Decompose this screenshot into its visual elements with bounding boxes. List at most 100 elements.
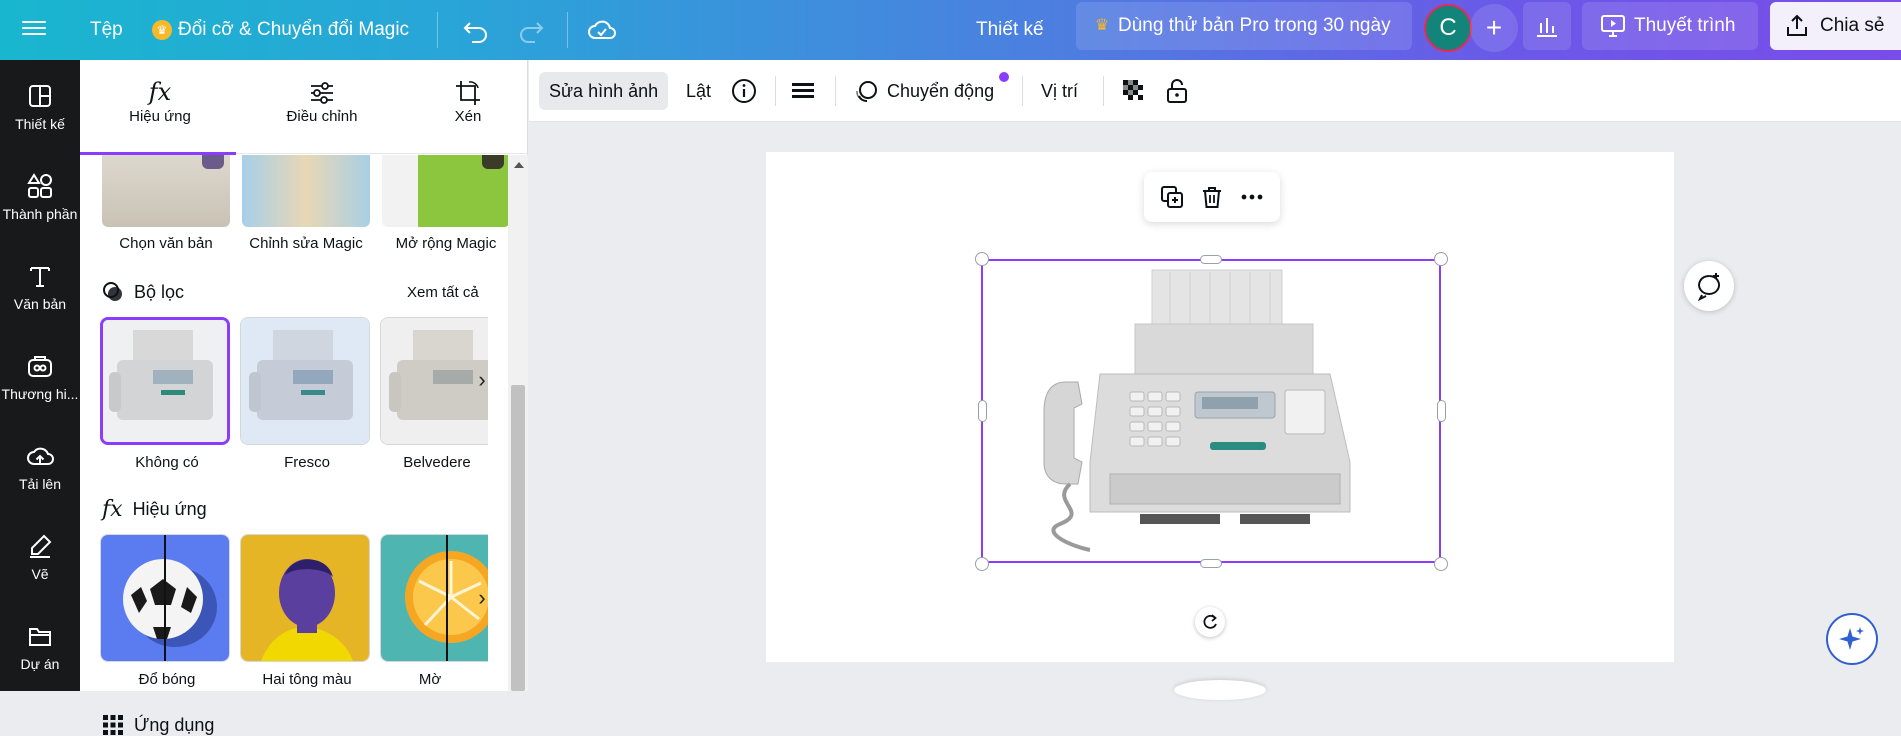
rail-label: Thương hi... (1, 386, 79, 402)
scrollbar-thumb[interactable] (511, 385, 525, 691)
undo-icon[interactable] (460, 14, 492, 46)
crop-icon (456, 81, 480, 105)
insights-button[interactable] (1523, 2, 1571, 50)
resize-handle-top-right[interactable] (1434, 252, 1448, 266)
rail-item-elements[interactable]: Thành phần (0, 172, 80, 252)
resize-handle-bottom[interactable] (1200, 559, 1222, 568)
animate-button[interactable]: Chuyển động (843, 72, 1004, 110)
effects-title: Hiệu ứng (132, 499, 207, 519)
edit-image-button[interactable]: Sửa hình ảnh (539, 72, 669, 110)
menu-icon[interactable] (22, 17, 46, 41)
border-weight-icon (792, 83, 814, 98)
page-expand-handle[interactable] (1174, 680, 1266, 700)
tab-label: Xén (454, 108, 482, 125)
magic-assistant-button[interactable] (1826, 613, 1878, 665)
avatar[interactable]: C (1424, 4, 1472, 52)
resize-handle-right[interactable] (1437, 400, 1446, 422)
rail-item-text[interactable]: Văn bản (0, 262, 80, 342)
resize-handle-left[interactable] (978, 400, 987, 422)
apps-title: Ứng dụng (134, 714, 215, 735)
add-collaborator-button[interactable]: + (1470, 4, 1518, 52)
filters-title: Bộ lọc (134, 281, 185, 302)
divider (236, 153, 528, 154)
fax-thumbnail (241, 318, 369, 444)
cloud-saved-icon[interactable] (586, 14, 618, 46)
transparency-button[interactable] (1113, 72, 1155, 110)
rail-label: Thành phần (2, 206, 78, 222)
effect-shadow[interactable] (100, 534, 230, 662)
divider (775, 76, 776, 106)
present-button[interactable]: Thuyết trình (1582, 2, 1758, 50)
crown-icon: ♛ (152, 20, 172, 40)
rail-item-design[interactable]: Thiết kế (0, 82, 80, 162)
pro-trial-button[interactable]: ♛ Dùng thử bản Pro trong 30 ngày (1076, 2, 1412, 50)
flip-button[interactable]: Lật (676, 72, 721, 110)
design-title[interactable]: Thiết kế (976, 0, 1044, 60)
tool-magic-expand[interactable]: Mở rộng Magic (382, 155, 510, 252)
element-float-toolbar (1144, 172, 1280, 222)
duplicate-icon[interactable] (1159, 184, 1185, 210)
soccer-ball-thumbnail (101, 535, 229, 661)
tool-select-text[interactable]: Chọn văn bản (102, 155, 230, 252)
position-button[interactable]: Vị trí (1031, 72, 1088, 110)
border-style-button[interactable] (782, 72, 824, 110)
resize-handle-bottom-right[interactable] (1434, 557, 1448, 571)
brand-icon (28, 356, 52, 377)
magic-resize-button[interactable]: ♛ Đổi cỡ & Chuyển đổi Magic (152, 0, 409, 60)
apps-heading: Ứng dụng (102, 714, 214, 736)
animate-label: Chuyển động (887, 80, 995, 101)
filter-fresco[interactable] (240, 317, 370, 445)
resize-handle-top-left[interactable] (975, 252, 989, 266)
rail-item-projects[interactable]: Dự án (0, 622, 80, 702)
tab-label: Điều chỉnh (286, 108, 358, 125)
add-comment-button[interactable] (1684, 261, 1734, 311)
magic-resize-label: Đổi cỡ & Chuyển đổi Magic (178, 19, 410, 40)
rail-label: Dự án (20, 656, 60, 672)
bar-chart-icon (1537, 18, 1557, 37)
divider (835, 76, 836, 106)
resize-handle-top[interactable] (1200, 255, 1222, 264)
rail-item-brand[interactable]: Thương hi... (0, 352, 80, 432)
info-button[interactable] (725, 72, 763, 110)
redo-icon[interactable] (515, 14, 547, 46)
rail-item-draw[interactable]: Vẽ (0, 532, 80, 612)
effect-duotone[interactable] (240, 534, 370, 662)
effect-label: Hai tông màu (262, 671, 352, 688)
tab-adjust[interactable]: Điều chỉnh (252, 78, 392, 125)
present-icon (1601, 15, 1625, 37)
more-icon[interactable] (1239, 184, 1265, 210)
rail-item-upload[interactable]: Tải lên (0, 442, 80, 522)
rail-label: Vẽ (31, 566, 49, 582)
selection-box[interactable] (981, 259, 1441, 563)
chevron-right-icon[interactable]: › (470, 367, 494, 392)
chevron-right-icon[interactable]: › (470, 585, 494, 610)
context-toolbar: Sửa hình ảnh Lật Chuyển động Vị trí (529, 60, 1901, 122)
comment-add-icon (1697, 273, 1721, 301)
trash-icon[interactable] (1199, 184, 1225, 210)
sparkle-icon (1839, 627, 1864, 650)
rotate-handle[interactable] (1195, 607, 1225, 637)
tool-magic-edit[interactable]: Chỉnh sửa Magic (242, 155, 370, 252)
elements-icon (27, 173, 52, 198)
file-menu[interactable]: Tệp (90, 0, 123, 60)
upload-icon (27, 447, 54, 465)
resize-handle-bottom-left[interactable] (975, 557, 989, 571)
tab-effects[interactable]: fx Hiệu ứng (90, 78, 230, 125)
top-bar: Tệp ♛ Đổi cỡ & Chuyển đổi Magic Thiết kế… (0, 0, 1901, 60)
text-icon (30, 267, 50, 287)
left-rail: Thiết kế Thành phần Văn bản Thương hi...… (0, 60, 80, 691)
filter-icon (103, 282, 122, 301)
info-icon (732, 79, 756, 103)
effect-label: Đổ bóng (138, 671, 196, 688)
filter-label: Belvedere (403, 454, 471, 471)
share-button[interactable]: Chia sẻ (1770, 2, 1901, 50)
fax-thumbnail (103, 320, 227, 442)
see-all-filters-link[interactable]: Xem tất cả (407, 284, 479, 301)
present-label: Thuyết trình (1634, 15, 1736, 36)
filter-none[interactable] (100, 317, 230, 445)
scroll-up-icon[interactable] (514, 162, 524, 168)
edit-image-panel: fx Hiệu ứng Điều chỉnh Xén Chọn văn bản … (80, 60, 528, 735)
rail-label: Văn bản (13, 296, 67, 312)
lock-button[interactable] (1156, 72, 1198, 110)
tab-crop[interactable]: Xén (408, 78, 528, 125)
